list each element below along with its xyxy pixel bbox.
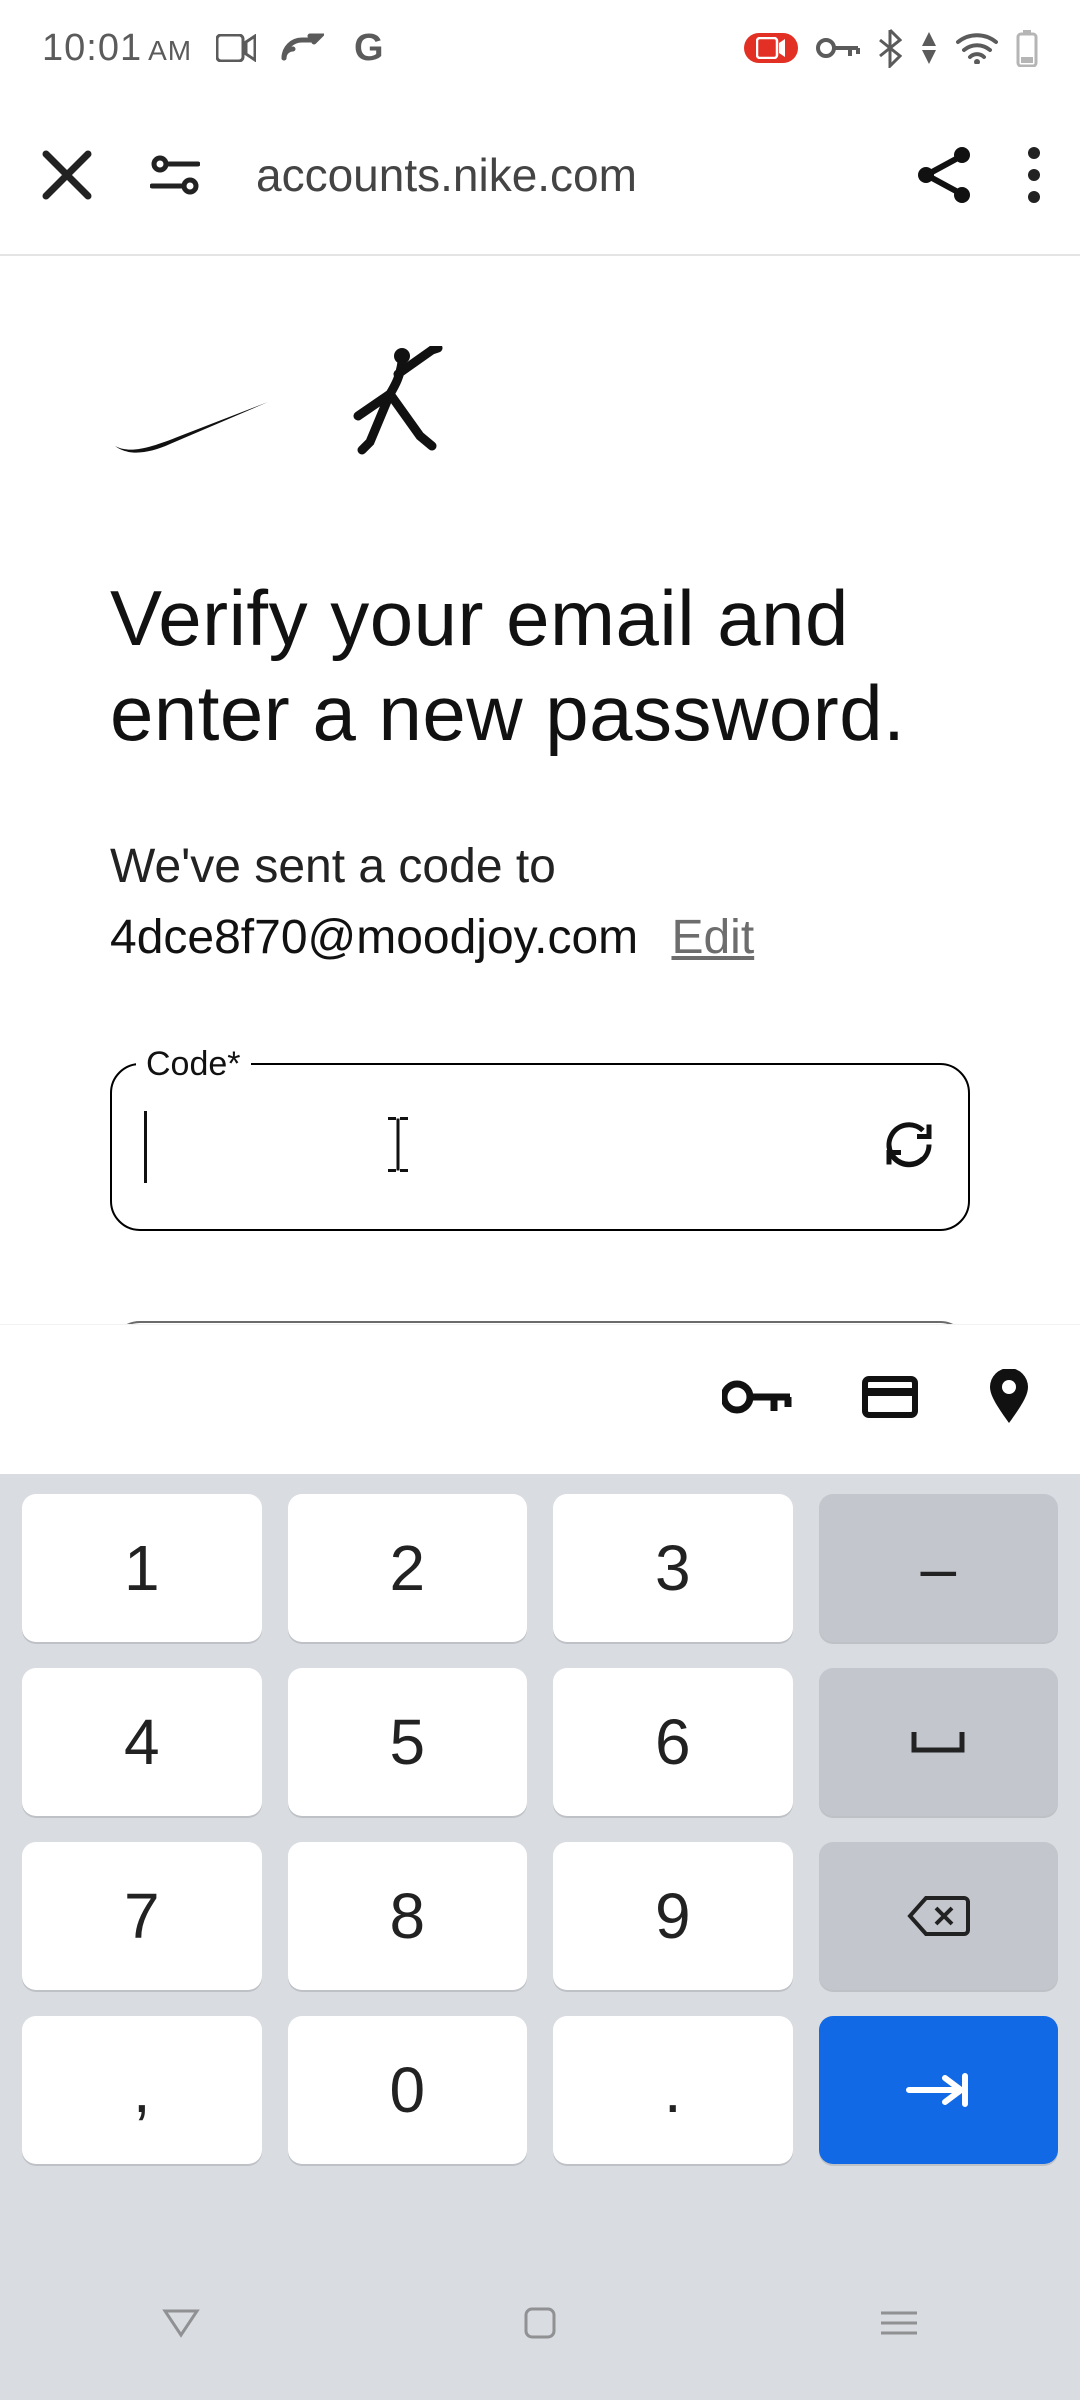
key-2[interactable]: 2	[288, 1494, 528, 1642]
page-heading: Verify your email and enter a new passwo…	[110, 571, 970, 761]
vpn-key-icon	[816, 36, 860, 60]
key-backspace[interactable]	[819, 1842, 1059, 1990]
backspace-icon	[906, 1894, 970, 1938]
status-time-ampm: AM	[148, 35, 192, 66]
code-field[interactable]: Code*	[110, 1063, 970, 1231]
edit-email-link[interactable]: Edit	[671, 911, 754, 964]
numeric-keyboard: 1 2 3 – 4 5 6 7 8 9 , 0 .	[0, 1474, 1080, 2250]
nav-home-button[interactable]	[523, 2306, 557, 2345]
do-not-disturb-icon	[920, 30, 938, 66]
status-right	[744, 28, 1038, 68]
key-comma[interactable]: ,	[22, 2016, 262, 2164]
code-field-label: Code*	[136, 1045, 251, 1084]
key-1[interactable]: 1	[22, 1494, 262, 1642]
google-g-icon: G	[348, 28, 388, 68]
password-autofill-icon[interactable]	[722, 1378, 792, 1421]
jordan-jumpman-icon	[340, 346, 450, 461]
key-8[interactable]: 8	[288, 1842, 528, 1990]
key-minus[interactable]: –	[819, 1494, 1059, 1642]
key-space[interactable]	[819, 1668, 1059, 1816]
android-nav-bar	[0, 2250, 1080, 2400]
resend-code-icon[interactable]	[880, 1116, 938, 1179]
address-host[interactable]: accounts.nike.com	[256, 148, 860, 202]
key-5[interactable]: 5	[288, 1668, 528, 1816]
nike-swoosh-icon	[110, 396, 270, 461]
page-description: We've sent a code to 4dce8f70@moodjoy.co…	[110, 831, 970, 973]
key-period[interactable]: .	[553, 2016, 793, 2164]
keyboard-suggestion-strip	[0, 1324, 1080, 1474]
close-button[interactable]	[40, 148, 94, 202]
video-icon	[216, 34, 256, 62]
key-7[interactable]: 7	[22, 1842, 262, 1990]
brand-logos	[110, 346, 970, 461]
nav-overview-button[interactable]	[879, 2309, 919, 2342]
cast-icon	[280, 32, 324, 64]
next-arrow-icon	[903, 2072, 973, 2108]
key-9[interactable]: 9	[553, 1842, 793, 1990]
address-autofill-icon[interactable]	[988, 1369, 1030, 1430]
site-settings-icon[interactable]	[150, 152, 200, 198]
wifi-icon	[956, 32, 998, 64]
code-input[interactable]	[140, 1122, 858, 1172]
bluetooth-icon	[878, 28, 902, 68]
battery-icon	[1016, 29, 1038, 67]
key-6[interactable]: 6	[553, 1668, 793, 1816]
svg-text:G: G	[354, 28, 384, 68]
android-status-bar: 10:01AM G	[0, 0, 1080, 96]
share-button[interactable]	[916, 145, 972, 205]
keyboard-area: 1 2 3 – 4 5 6 7 8 9 , 0 .	[0, 1324, 1080, 2400]
text-cursor-icon	[384, 1115, 412, 1180]
payment-autofill-icon[interactable]	[862, 1376, 918, 1423]
key-next[interactable]	[819, 2016, 1059, 2164]
screen-record-icon	[744, 33, 798, 63]
nav-back-button[interactable]	[161, 2307, 201, 2344]
status-time: 10:01AM	[42, 27, 192, 70]
page-content: Verify your email and enter a new passwo…	[0, 256, 1080, 1489]
overflow-menu-button[interactable]	[1028, 147, 1040, 203]
status-time-value: 10:01	[42, 27, 142, 69]
desc-email: 4dce8f70@moodjoy.com	[110, 911, 638, 964]
key-3[interactable]: 3	[553, 1494, 793, 1642]
space-icon	[910, 1728, 966, 1756]
browser-toolbar: accounts.nike.com	[0, 96, 1080, 256]
desc-prefix: We've sent a code to	[110, 840, 556, 893]
key-4[interactable]: 4	[22, 1668, 262, 1816]
key-0[interactable]: 0	[288, 2016, 528, 2164]
status-left: 10:01AM G	[42, 27, 388, 70]
